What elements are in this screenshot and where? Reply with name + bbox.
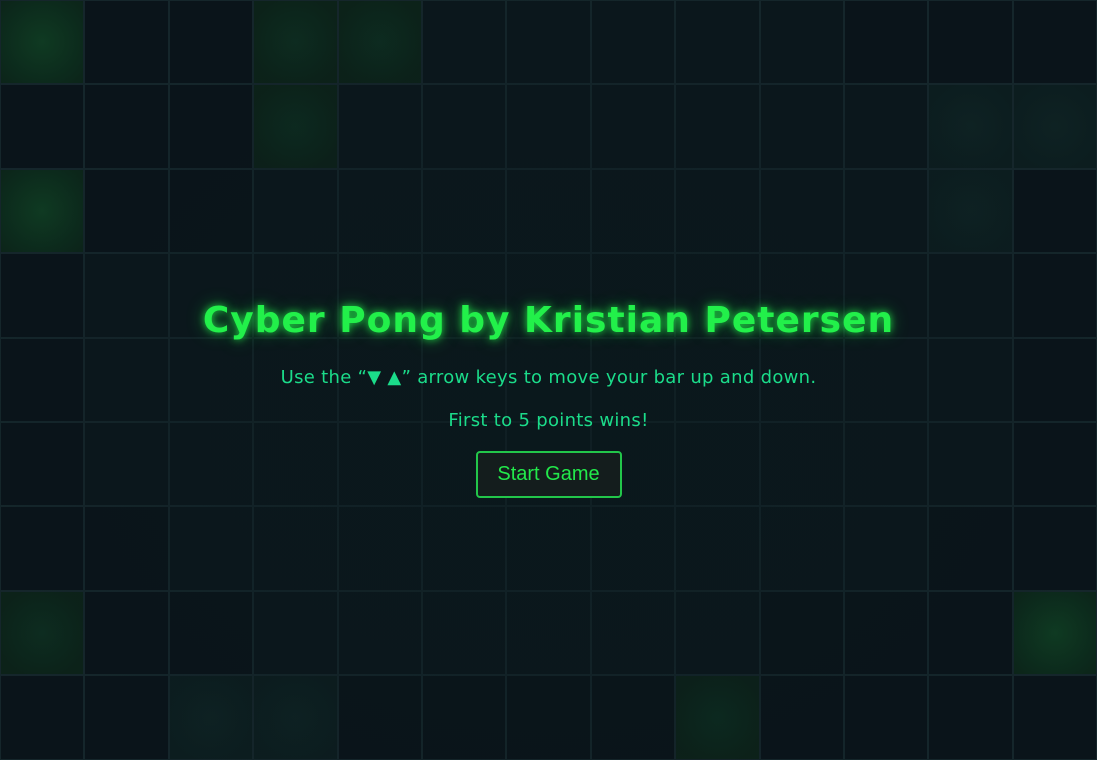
instructions-suffix: ” arrow keys to move your bar up and dow…	[401, 367, 817, 388]
arrow-keys-icon: ▼ ▲	[367, 367, 402, 388]
win-condition-text: First to 5 points wins!	[448, 410, 649, 431]
start-game-button[interactable]: Start Game	[475, 451, 622, 498]
instructions-prefix: Use the “	[280, 367, 368, 388]
game-title: Cyber Pong by Kristian Petersen	[202, 300, 895, 341]
instructions-text: Use the “▼ ▲” arrow keys to move your ba…	[281, 367, 817, 388]
start-menu: Cyber Pong by Kristian Petersen Use the …	[0, 0, 1097, 760]
